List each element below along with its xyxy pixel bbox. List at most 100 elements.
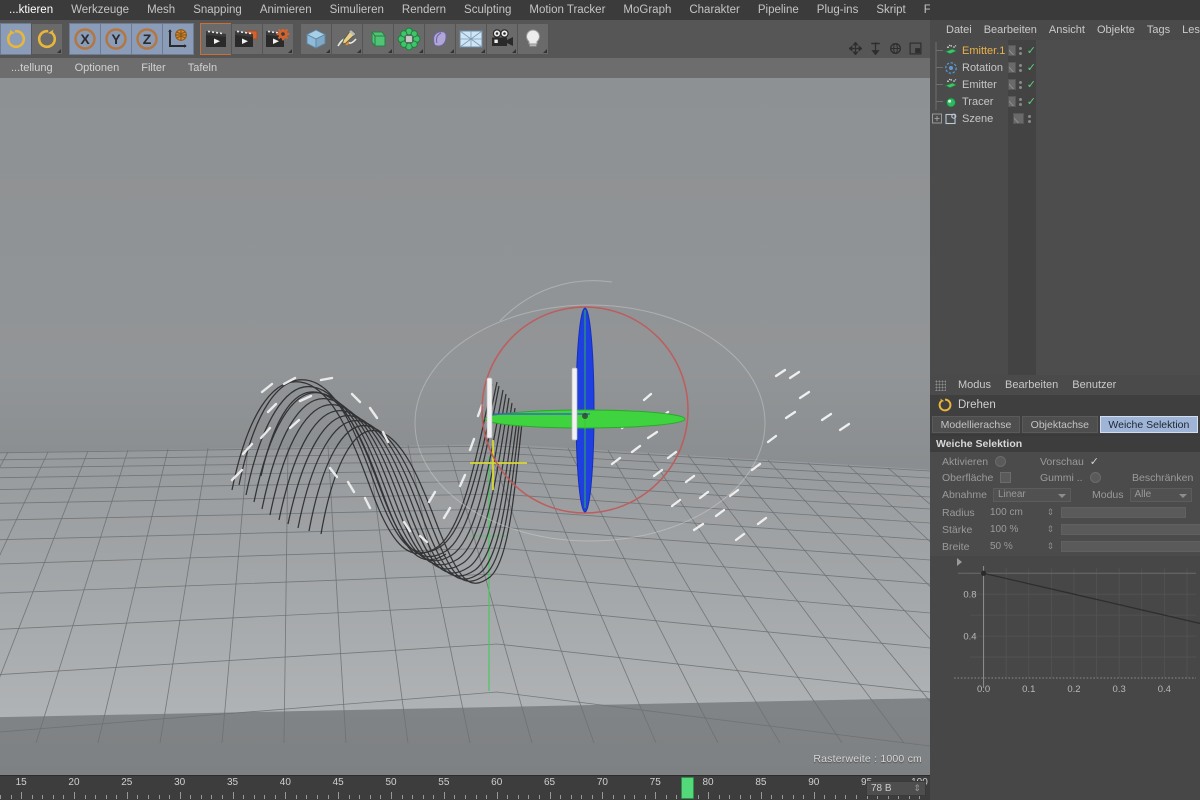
am-menu-bearbeiten[interactable]: Bearbeiten	[998, 379, 1065, 391]
slider-staerke[interactable]	[1061, 524, 1200, 535]
object-manager-tree[interactable]: Emitter.1✓Rotation✓Emitter✓Tracer✓Szene	[930, 40, 1200, 375]
input-staerke[interactable]: 100 %	[990, 523, 1040, 537]
falloff-graph[interactable]: 0.00.10.20.30.4 0.80.4	[930, 556, 1200, 716]
timeline-playhead[interactable]	[681, 777, 694, 799]
om-menu-datei[interactable]: Datei	[940, 24, 978, 36]
object-enabled-checkmark[interactable]: ✓	[1027, 44, 1036, 57]
environment-button[interactable]	[455, 23, 487, 55]
move-view-icon[interactable]	[849, 42, 862, 55]
menu-item-rendern[interactable]: Rendern	[393, 0, 455, 20]
menu-item-animieren[interactable]: Animieren	[251, 0, 321, 20]
mograph-button[interactable]	[393, 23, 425, 55]
dolly-view-icon[interactable]	[869, 42, 882, 55]
om-menu-ansicht[interactable]: Ansicht	[1043, 24, 1091, 36]
object-row-emitter[interactable]: Emitter✓	[930, 76, 1200, 93]
object-tag-slot[interactable]	[1008, 62, 1016, 73]
input-radius[interactable]: 100 cm	[990, 506, 1040, 520]
select-abnahme[interactable]: Linear	[993, 488, 1071, 502]
tab-weiche-selektion[interactable]: Weiche Selektion	[1100, 416, 1198, 433]
timeline-frame-label: 60	[491, 777, 502, 788]
menu-item-werkzeuge[interactable]: Werkzeuge	[62, 0, 138, 20]
visibility-dots-toggle[interactable]	[1027, 115, 1031, 123]
object-row-emitter-1[interactable]: Emitter.1✓	[930, 42, 1200, 59]
checkmark-vorschau[interactable]: ✓	[1090, 455, 1099, 468]
om-menu-lesezeichen[interactable]: Lesez...	[1176, 24, 1200, 36]
spinner-radius[interactable]: ⇕	[1046, 506, 1055, 520]
graph-knot-point[interactable]	[981, 571, 986, 576]
render-settings-button[interactable]	[262, 23, 294, 55]
menu-item-pipeline[interactable]: Pipeline	[749, 0, 808, 20]
am-menu-modus[interactable]: Modus	[951, 379, 998, 391]
viewmenu-item-tafeln[interactable]: Tafeln	[177, 58, 228, 78]
radio-gummi[interactable]	[1090, 472, 1101, 483]
object-tag-slot[interactable]	[1008, 79, 1016, 90]
menu-item-skript[interactable]: Skript	[867, 0, 914, 20]
object-enabled-checkmark[interactable]: ✓	[1027, 95, 1036, 108]
menu-item-mesh[interactable]: Mesh	[138, 0, 184, 20]
om-menu-tags[interactable]: Tags	[1141, 24, 1176, 36]
generator-button[interactable]	[362, 23, 394, 55]
am-menu-benutzer[interactable]: Benutzer	[1065, 379, 1123, 391]
menu-item-snapping[interactable]: Snapping	[184, 0, 251, 20]
slider-breite[interactable]	[1061, 541, 1200, 552]
menu-item-sculpting[interactable]: Sculpting	[455, 0, 520, 20]
viewmenu-item-darstellung[interactable]: ...tellung	[0, 58, 64, 78]
panel-grip-icon[interactable]	[935, 380, 946, 391]
rotate-view-icon[interactable]	[889, 42, 902, 55]
slider-radius[interactable]	[1061, 507, 1186, 518]
object-row-tracer[interactable]: Tracer✓	[930, 93, 1200, 110]
menu-item-simulieren[interactable]: Simulieren	[321, 0, 393, 20]
timeline-tick	[444, 792, 445, 799]
z-axis-lock-button[interactable]: Z	[131, 23, 163, 55]
deformer-button[interactable]	[424, 23, 456, 55]
object-tag-slot[interactable]	[1008, 96, 1016, 107]
menu-item-mograph[interactable]: MoGraph	[614, 0, 680, 20]
undo-button[interactable]	[0, 23, 32, 55]
input-breite[interactable]: 50 %	[990, 540, 1040, 554]
visibility-dots-toggle[interactable]	[1019, 98, 1022, 106]
current-frame-field[interactable]: 78 B ⇕	[866, 781, 926, 796]
expand-toggle-icon[interactable]	[930, 110, 944, 127]
visibility-dots-toggle[interactable]	[1019, 81, 1022, 89]
viewmenu-item-filter[interactable]: Filter	[130, 58, 176, 78]
tab-objektachse[interactable]: Objektachse	[1022, 416, 1098, 433]
select-modus[interactable]: Alle	[1130, 488, 1192, 502]
chevron-down-icon	[1179, 494, 1187, 498]
world-coordinates-button[interactable]	[162, 23, 194, 55]
object-enabled-checkmark[interactable]: ✓	[1027, 78, 1036, 91]
timeline-ruler[interactable]: 1520253035404550556065707580859095100	[0, 775, 930, 800]
y-axis-lock-button[interactable]: Y	[100, 23, 132, 55]
viewmenu-item-optionen[interactable]: Optionen	[64, 58, 131, 78]
menu-item-motion-tracker[interactable]: Motion Tracker	[520, 0, 614, 20]
maximize-view-icon[interactable]	[909, 42, 922, 55]
radio-aktivieren[interactable]	[995, 456, 1006, 467]
light-button[interactable]	[517, 23, 549, 55]
menu-item-charakter[interactable]: Charakter	[680, 0, 749, 20]
object-tag-slot[interactable]	[1008, 45, 1016, 56]
camera-button[interactable]	[486, 23, 518, 55]
object-tag-slot[interactable]	[1013, 113, 1024, 124]
menu-item-selektieren[interactable]: ...ktieren	[0, 0, 62, 20]
falloff-graph-panel[interactable]: 0.00.10.20.30.4 0.80.4	[930, 556, 1200, 800]
tab-modellierachse[interactable]: Modellierachse	[932, 416, 1020, 433]
object-row-szene[interactable]: Szene	[930, 110, 1200, 127]
checkbox-oberflaeche[interactable]	[1000, 472, 1011, 483]
timeline-frame-label: 45	[333, 777, 344, 788]
object-enabled-checkmark[interactable]: ✓	[1027, 61, 1036, 74]
object-row-rotation[interactable]: Rotation✓	[930, 59, 1200, 76]
cube-primitive-button[interactable]	[300, 23, 332, 55]
viewport-3d[interactable]: Rasterweite : 1000 cm	[0, 78, 930, 775]
frame-spinner-icon[interactable]: ⇕	[913, 783, 921, 794]
x-axis-lock-button[interactable]: X	[69, 23, 101, 55]
visibility-dots-toggle[interactable]	[1019, 64, 1022, 72]
visibility-dots-toggle[interactable]	[1019, 47, 1022, 55]
spline-pen-button[interactable]	[331, 23, 363, 55]
render-picture-viewer-button[interactable]	[231, 23, 263, 55]
menu-item-plugins[interactable]: Plug-ins	[808, 0, 868, 20]
render-view-button[interactable]	[200, 23, 232, 55]
spinner-staerke[interactable]: ⇕	[1046, 523, 1055, 537]
redo-button[interactable]	[31, 23, 63, 55]
om-menu-bearbeiten[interactable]: Bearbeiten	[978, 24, 1043, 36]
spinner-breite[interactable]: ⇕	[1046, 540, 1055, 554]
om-menu-objekte[interactable]: Objekte	[1091, 24, 1141, 36]
